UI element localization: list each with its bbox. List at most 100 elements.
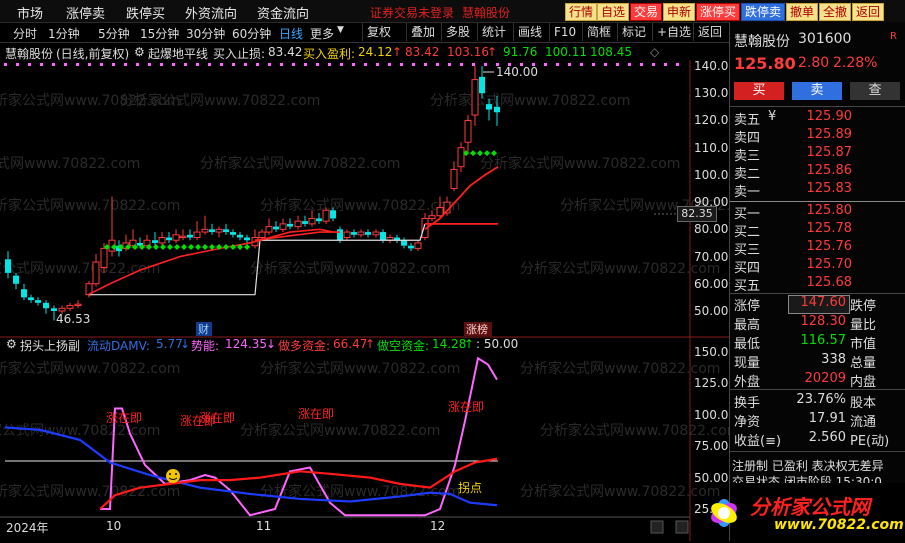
watermark-text: 分析家公式网www.70822.com — [480, 155, 680, 172]
order-price: 125.80 — [806, 203, 853, 218]
signal-dot — [316, 63, 319, 66]
tab-30min[interactable]: 30分钟 — [186, 25, 225, 42]
candle-body — [351, 232, 357, 235]
tab-5min[interactable]: 5分钟 — [98, 25, 130, 42]
overlay-button[interactable]: 叠加 — [406, 23, 439, 41]
ask-row[interactable]: 卖五 125.90 ¥ — [734, 109, 902, 128]
candle-body — [28, 297, 34, 301]
candle-body — [215, 228, 223, 233]
quick-cancel-all-button[interactable]: 全撤 — [819, 3, 852, 21]
quick-ipo-button[interactable]: 申新 — [663, 3, 696, 21]
main-axis-tick: 70.00 — [694, 249, 729, 264]
candle-body — [308, 217, 316, 225]
stat-value: 23.76% — [796, 392, 846, 407]
quick-quote-button[interactable]: 行情 — [565, 3, 598, 21]
candle-body — [258, 231, 266, 239]
tab-daily[interactable]: 日线 — [279, 25, 303, 42]
menu-capital-flow[interactable]: 资金流向 — [257, 3, 309, 22]
order-label: 买五 — [734, 279, 761, 294]
signal-dot — [16, 63, 19, 66]
candle-body — [13, 275, 19, 284]
bid-row[interactable]: 买二 125.78 — [734, 221, 902, 240]
long-capital-label: 做多资金: — [278, 339, 331, 353]
back-button[interactable]: 返回 — [693, 23, 726, 41]
ask-row[interactable]: 卖一 125.83 — [734, 181, 902, 200]
bid-row[interactable]: 买四 125.70 — [734, 257, 902, 276]
chart-canvas[interactable]: 分析家公式网www.70822.com 分析家公式网www.70822.com 分析… — [0, 60, 729, 541]
candle-body — [244, 237, 250, 241]
candle-body — [408, 245, 414, 249]
login-notice[interactable]: 证券交易未登录 — [370, 4, 454, 21]
bid-row[interactable]: 买五 125.68 — [734, 275, 902, 294]
draw-line-button[interactable]: 画线 — [513, 23, 546, 41]
stat-label: 总量 — [850, 356, 877, 371]
watermark-text: 分析家公式网www.70822.com — [430, 92, 630, 109]
watermark-text: 分析家公式网www.70822.com — [250, 260, 450, 277]
turning-point-label: 拐点 — [458, 480, 482, 495]
stat-label: 涨停 — [734, 299, 761, 314]
watermark-text: 分析家公式网www.70822.com — [260, 360, 460, 377]
quick-limit-up-buy-button[interactable]: 涨停买 — [696, 3, 741, 21]
candle-body — [152, 240, 158, 243]
sub-indicator-name: 拐头上扬副 — [20, 339, 81, 353]
statistics-button[interactable]: 统计 — [477, 23, 510, 41]
bid-row[interactable]: 买一 125.80 — [734, 203, 902, 222]
tab-60min[interactable]: 60分钟 — [232, 25, 271, 42]
order-label: 卖一 — [734, 185, 761, 200]
logo-text: 分析家公式网 — [750, 495, 870, 519]
add-watchlist-button[interactable]: +自选 — [652, 23, 695, 41]
tab-intraday[interactable]: 分时 — [13, 25, 37, 42]
extra-value-a: 83.42 — [405, 45, 440, 59]
multi-stock-button[interactable]: 多股 — [441, 23, 474, 41]
sub-axis-tick: 125.0 — [694, 376, 729, 391]
candle-body — [5, 259, 11, 273]
settings-icon[interactable]: ⚙ — [134, 45, 145, 59]
stat-label: 换手 — [734, 396, 761, 411]
main-axis-tick: 50.00 — [694, 304, 729, 318]
quick-trade-button[interactable]: 交易 — [630, 3, 663, 21]
simple-frame-button[interactable]: 简框 — [582, 23, 615, 41]
crosshair-price-tag: 82.35 — [677, 206, 717, 222]
signal-dot — [412, 63, 415, 66]
menu-market[interactable]: 市场 — [17, 3, 43, 22]
candle-body — [428, 215, 436, 219]
menu-foreign-flow[interactable]: 外资流向 — [185, 3, 237, 22]
sell-button[interactable]: 卖 — [792, 82, 842, 100]
signal-dot — [172, 63, 175, 66]
arrow-down-icon: ↓ — [266, 337, 277, 351]
scroll-right-button — [675, 520, 689, 534]
ask-row[interactable]: 卖二 125.86 — [734, 163, 902, 182]
ask-row[interactable]: 卖三 125.87 — [734, 145, 902, 164]
quick-watchlist-button[interactable]: 自选 — [597, 3, 630, 21]
xaxis-dec: 12 — [430, 519, 446, 533]
tab-15min[interactable]: 15分钟 — [140, 25, 179, 42]
bid-row[interactable]: 买三 125.76 — [734, 239, 902, 258]
ask-row[interactable]: 卖四 125.89 — [734, 127, 902, 146]
smiley-eye-icon — [175, 473, 177, 475]
candle-body — [230, 232, 236, 235]
adjust-button[interactable]: 复权 — [362, 23, 395, 41]
candle-body — [357, 231, 365, 236]
candle-body — [223, 229, 229, 233]
tab-more[interactable]: 更多 — [310, 25, 334, 42]
signal-dot — [544, 63, 547, 66]
menu-limit-up-sell[interactable]: 涨停卖 — [66, 3, 105, 22]
quick-limit-down-sell-button[interactable]: 跌停卖 — [741, 3, 786, 21]
quick-back-button[interactable]: 返回 — [852, 3, 885, 21]
green-diamond — [174, 244, 180, 251]
mark-button[interactable]: 标记 — [617, 23, 650, 41]
quick-cancel-button[interactable]: 撤单 — [786, 3, 819, 21]
main-axis-tick: 140.0 — [694, 59, 729, 73]
query-button[interactable]: 查 — [850, 82, 900, 100]
sub-settings-icon[interactable]: ⚙ — [6, 337, 17, 351]
high-label: 140.00 — [496, 65, 538, 79]
watermark-text: 分析家公式网www.70822.com — [240, 422, 440, 439]
stat-label: 最高 — [734, 318, 761, 333]
menu-limit-down-buy[interactable]: 跌停买 — [126, 3, 165, 22]
tab-1min[interactable]: 1分钟 — [48, 25, 80, 42]
chevron-down-icon[interactable]: ▼ — [337, 25, 344, 35]
green-diamond — [223, 244, 229, 251]
candle-body — [464, 119, 472, 143]
f10-button[interactable]: F10 — [549, 23, 580, 41]
buy-button[interactable]: 买 — [734, 82, 784, 100]
